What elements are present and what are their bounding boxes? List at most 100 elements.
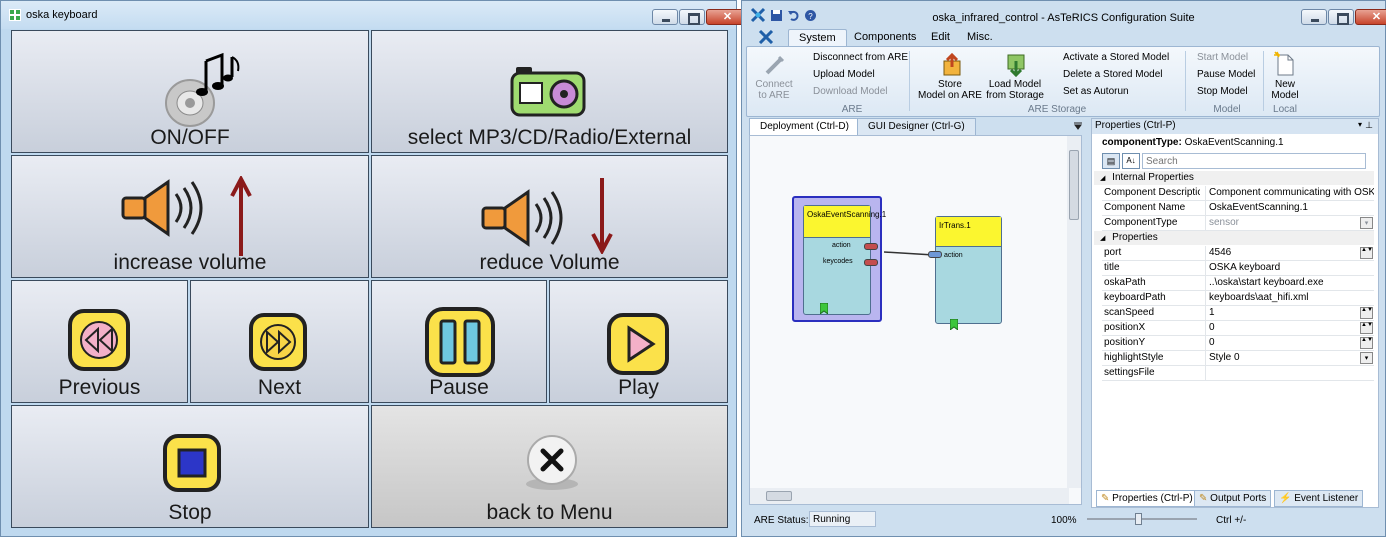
property-row[interactable]: port 4546 ▲▼ [1102,246,1374,261]
zoom-slider-thumb[interactable] [1135,513,1142,525]
zoom-slider[interactable] [1087,513,1197,525]
key-previous[interactable]: Previous [11,280,188,403]
key-stop[interactable]: Stop [11,405,369,528]
horizontal-scroll-thumb[interactable] [766,491,792,501]
property-value[interactable]: ..\oska\start keyboard.exe [1205,276,1374,291]
activate-stored-model-button[interactable]: Activate a Stored Model [1063,52,1169,63]
property-row[interactable]: oskaPath ..\oska\start keyboard.exe [1102,276,1374,291]
property-value-text: 4546 [1209,247,1232,258]
component-oska-event-scanning-selected[interactable]: OskaEventScanning.1 action keycodes [792,196,886,322]
property-row[interactable]: highlightStyle Style 0 ▾ [1102,351,1374,366]
pause-model-button[interactable]: Pause Model [1197,69,1255,80]
property-row[interactable]: keyboardPath keyboards\aat_hifi.xml [1102,291,1374,306]
property-value[interactable]: sensor ▾ [1205,216,1374,231]
start-model-button[interactable]: Start Model [1197,52,1248,63]
tab-system[interactable]: System [788,29,847,46]
set-as-autorun-button[interactable]: Set as Autorun [1063,86,1129,97]
key-pause[interactable]: Pause [371,280,547,403]
dropdown-arrow-icon[interactable]: ▾ [1358,120,1362,129]
input-port-action[interactable] [928,251,942,258]
tab-misc[interactable]: Misc. [957,29,1003,45]
horizontal-scrollbar[interactable] [750,488,1069,504]
output-port-action[interactable] [864,243,878,250]
download-model-button[interactable]: Download Model [813,86,888,97]
category-properties[interactable]: ◢ Properties [1094,231,1374,245]
property-value[interactable] [1205,366,1374,381]
property-value[interactable]: OSKA keyboard [1205,261,1374,276]
upload-model-button[interactable]: Upload Model [813,69,875,80]
maximize-button[interactable] [1328,9,1354,25]
dropdown-arrow-icon[interactable]: ▾ [1360,217,1373,229]
property-search-input[interactable] [1142,153,1366,169]
component-title: IrTrans.1 [936,217,1001,247]
tab-properties[interactable]: ✎ Properties (Ctrl-P) [1096,490,1198,507]
property-value[interactable]: Component communicating with OSKA [1205,186,1374,201]
property-value[interactable]: 0 ▲▼ [1205,321,1374,336]
vertical-scrollbar[interactable] [1067,136,1081,488]
tab-components[interactable]: Components [844,29,926,45]
dropdown-arrow-icon[interactable]: ▾ [1360,352,1373,364]
property-row[interactable]: Component Descriptic Component communicat… [1102,186,1374,201]
disconnect-from-are-button[interactable]: Disconnect from ARE [813,52,908,63]
key-increase-volume[interactable]: increase volume [11,155,369,278]
spinner-icon[interactable]: ▲▼ [1360,337,1373,349]
store-model-on-are-button[interactable]: Store Model on ARE [917,79,983,101]
category-internal-properties[interactable]: ◢ Internal Properties [1094,171,1374,185]
tab-gui-designer[interactable]: GUI Designer (Ctrl-G) [857,118,976,135]
collapse-triangle-icon[interactable]: ◢ [1100,175,1105,182]
minimize-button[interactable] [652,9,678,25]
tab-edit[interactable]: Edit [921,29,960,45]
tab-event-listener[interactable]: ⚡ Event Listener [1274,490,1364,507]
property-row[interactable]: title OSKA keyboard [1102,261,1374,276]
property-value[interactable]: 1 ▲▼ [1205,306,1374,321]
output-port-keycodes[interactable] [864,259,878,266]
property-name: scanSpeed [1104,307,1155,318]
spinner-icon[interactable]: ▲▼ [1360,322,1373,334]
property-value[interactable]: OskaEventScanning.1 [1205,201,1374,216]
application-menu-icon[interactable] [758,30,774,44]
property-value[interactable]: keyboards\aat_hifi.xml [1205,291,1374,306]
pin-icon[interactable]: ⊥ [1365,120,1373,131]
port-label-action: action [944,252,963,259]
property-row[interactable]: settingsFile [1102,366,1374,381]
component-irtrans[interactable]: IrTrans.1 action [928,216,1002,330]
property-row[interactable]: ComponentType sensor ▾ [1102,216,1374,231]
deployment-canvas[interactable]: OskaEventScanning.1 action keycodes IrTr… [749,135,1082,505]
property-row[interactable]: Component Name OskaEventScanning.1 [1102,201,1374,216]
property-row[interactable]: positionX 0 ▲▼ [1102,321,1374,336]
close-button[interactable] [1355,9,1386,25]
property-value-text: Style 0 [1209,352,1240,363]
property-row[interactable]: positionY 0 ▲▼ [1102,336,1374,351]
load-model-from-storage-button[interactable]: Load Model from Storage [983,79,1047,101]
minimize-button[interactable] [1301,9,1327,25]
channel-connection[interactable] [884,251,934,257]
property-value[interactable]: 0 ▲▼ [1205,336,1374,351]
categorized-view-icon[interactable]: ▤ [1102,153,1120,169]
key-next[interactable]: Next [190,280,369,403]
key-reduce-volume[interactable]: reduce Volume [371,155,728,278]
delete-stored-model-button[interactable]: Delete a Stored Model [1063,69,1163,80]
tab-output-ports[interactable]: ✎ Output Ports [1194,490,1272,507]
key-on-off[interactable]: ON/OFF [11,30,369,153]
property-value[interactable]: Style 0 ▾ [1205,351,1374,366]
spinner-icon[interactable]: ▲▼ [1360,247,1373,259]
property-row[interactable]: scanSpeed 1 ▲▼ [1102,306,1374,321]
collapse-triangle-icon[interactable]: ◢ [1100,235,1105,242]
property-value[interactable]: 4546 ▲▼ [1205,246,1374,261]
maximize-button[interactable] [679,9,705,25]
key-back-to-menu[interactable]: back to Menu [371,405,728,528]
tab-deployment[interactable]: Deployment (Ctrl-D) [749,118,860,135]
sort-alphabetical-icon[interactable]: A↓ [1122,153,1140,169]
key-select-source[interactable]: select MP3/CD/Radio/External [371,30,728,153]
vertical-scroll-thumb[interactable] [1069,150,1079,220]
property-name: highlightStyle [1104,352,1164,363]
event-trigger-icon[interactable] [820,303,828,314]
key-play[interactable]: Play [549,280,728,403]
spinner-icon[interactable]: ▲▼ [1360,307,1373,319]
tab-list-dropdown-icon[interactable] [1074,122,1082,130]
connect-to-are-button[interactable]: Connect to ARE [749,79,799,101]
new-model-button[interactable]: New Model [1265,79,1305,101]
stop-model-button[interactable]: Stop Model [1197,86,1248,97]
event-trigger-icon[interactable] [950,319,958,330]
component-oska-event-scanning[interactable]: OskaEventScanning.1 action keycodes [803,205,886,315]
